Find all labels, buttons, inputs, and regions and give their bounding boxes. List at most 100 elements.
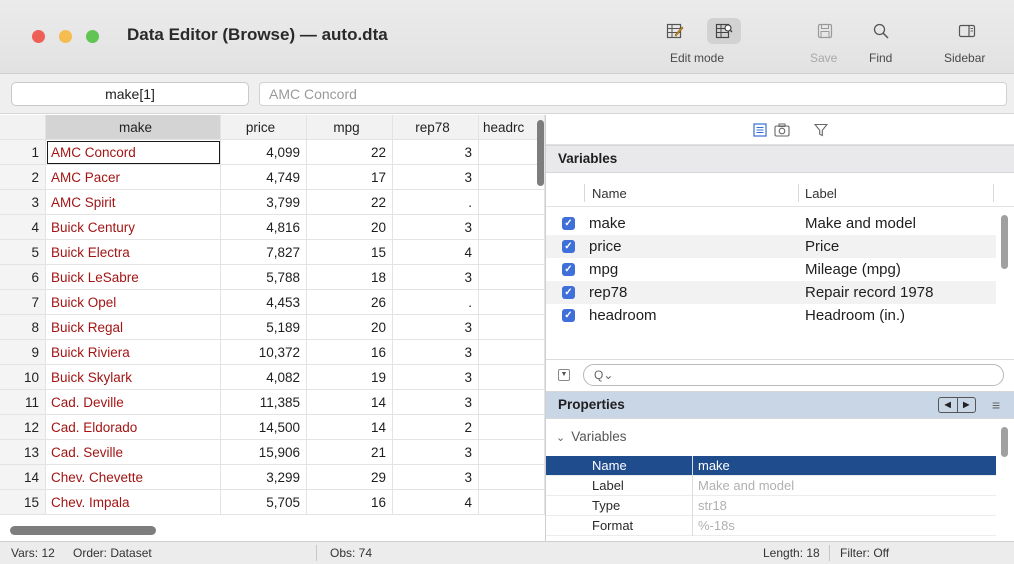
variable-row-price[interactable]: ✓ price Price [546,235,996,258]
grid-cell-rep78[interactable]: 4 [393,490,479,515]
row-number[interactable]: 4 [0,215,46,240]
grid-cell-mpg[interactable]: 18 [307,265,393,290]
grid-cell-headroom[interactable] [479,315,545,340]
filter-toggle-icon[interactable]: ▼ [558,369,570,381]
grid-vertical-scrollbar[interactable] [537,120,544,186]
grid-cell-mpg[interactable]: 20 [307,215,393,240]
grid-cell-rep78[interactable]: 3 [393,340,479,365]
grid-cell-headroom[interactable] [479,340,545,365]
grid-cell-mpg[interactable]: 20 [307,315,393,340]
grid-cell-headroom[interactable] [479,465,545,490]
grid-cell-price[interactable]: 5,705 [221,490,307,515]
grid-cell-rep78[interactable]: 4 [393,240,479,265]
grid-corner[interactable] [0,115,46,140]
grid-cell-mpg[interactable]: 15 [307,240,393,265]
grid-cell-headroom[interactable] [479,390,545,415]
edit-mode-browse-button[interactable] [707,18,741,44]
row-number[interactable]: 14 [0,465,46,490]
row-number[interactable]: 15 [0,490,46,515]
grid-cell-rep78[interactable]: 3 [393,390,479,415]
column-header-make[interactable]: make [46,115,221,140]
grid-cell-price[interactable]: 5,788 [221,265,307,290]
grid-cell-mpg[interactable]: 16 [307,490,393,515]
grid-cell-price[interactable]: 10,372 [221,340,307,365]
variable-row-make[interactable]: ✓ make Make and model [546,212,996,235]
grid-cell-price[interactable]: 3,299 [221,465,307,490]
grid-cell-rep78[interactable]: . [393,290,479,315]
grid-cell-price[interactable]: 4,082 [221,365,307,390]
grid-cell-price[interactable]: 7,827 [221,240,307,265]
variable-row-mpg[interactable]: ✓ mpg Mileage (mpg) [546,258,996,281]
cell-value-field[interactable]: AMC Concord [259,82,1007,106]
property-row-format[interactable]: Format %-18s [546,516,996,536]
grid-cell-mpg[interactable]: 14 [307,415,393,440]
grid-cell-rep78[interactable]: 3 [393,440,479,465]
grid-cell-headroom[interactable] [479,415,545,440]
property-row-label[interactable]: Label Make and model [546,476,996,496]
grid-cell-rep78[interactable]: . [393,190,479,215]
grid-cell-price[interactable]: 4,816 [221,215,307,240]
grid-cell-price[interactable]: 5,189 [221,315,307,340]
snapshots-button[interactable] [772,120,792,140]
property-row-type[interactable]: Type str18 [546,496,996,516]
row-number[interactable]: 5 [0,240,46,265]
grid-cell-headroom[interactable] [479,190,545,215]
save-button[interactable] [808,18,842,44]
grid-cell-price[interactable]: 4,099 [221,140,307,165]
row-number[interactable]: 6 [0,265,46,290]
grid-horizontal-scrollbar[interactable] [10,526,156,535]
variables-label-column[interactable]: Label [805,186,837,201]
sidebar-button[interactable] [950,18,984,44]
variable-row-headroom[interactable]: ✓ headroom Headroom (in.) [546,304,996,327]
row-number[interactable]: 2 [0,165,46,190]
edit-mode-edit-button[interactable] [658,18,692,44]
grid-cell-rep78[interactable]: 2 [393,415,479,440]
grid-cell-mpg[interactable]: 26 [307,290,393,315]
grid-cell-price[interactable]: 4,453 [221,290,307,315]
grid-cell-make[interactable]: Buick Electra [46,240,221,265]
row-number[interactable]: 3 [0,190,46,215]
variables-filter-input[interactable]: Q⌄ [583,364,1004,386]
grid-cell-rep78[interactable]: 3 [393,165,479,190]
properties-section-header[interactable]: Properties ◀ ▶ ≡ [546,391,1014,419]
grid-cell-rep78[interactable]: 3 [393,215,479,240]
grid-cell-mpg[interactable]: 17 [307,165,393,190]
grid-cell-headroom[interactable] [479,240,545,265]
grid-cell-headroom[interactable] [479,265,545,290]
grid-cell-price[interactable]: 14,500 [221,415,307,440]
row-number[interactable]: 7 [0,290,46,315]
variable-visible-checkbox[interactable]: ✓ [562,309,575,322]
row-number[interactable]: 10 [0,365,46,390]
grid-cell-make[interactable]: Chev. Chevette [46,465,221,490]
row-number[interactable]: 9 [0,340,46,365]
properties-group-variables[interactable]: ⌄ Variables [546,422,996,452]
grid-cell-headroom[interactable] [479,290,545,315]
variable-row-rep78[interactable]: ✓ rep78 Repair record 1978 [546,281,996,304]
hamburger-menu-icon[interactable]: ≡ [992,392,1000,418]
grid-cell-price[interactable]: 11,385 [221,390,307,415]
row-number[interactable]: 1 [0,140,46,165]
column-header-mpg[interactable]: mpg [307,115,393,140]
properties-pager[interactable]: ◀ ▶ [938,397,976,413]
grid-cell-make[interactable]: Cad. Seville [46,440,221,465]
grid-cell-headroom[interactable] [479,490,545,515]
filter-button[interactable] [811,120,831,140]
variables-view-button[interactable] [750,120,770,140]
grid-cell-price[interactable]: 3,799 [221,190,307,215]
grid-cell-mpg[interactable]: 22 [307,140,393,165]
grid-cell-rep78[interactable]: 3 [393,140,479,165]
grid-cell-rep78[interactable]: 3 [393,315,479,340]
property-row-name[interactable]: Name make [546,456,996,476]
grid-cell-headroom[interactable] [479,140,545,165]
grid-cell-headroom[interactable] [479,165,545,190]
grid-cell-mpg[interactable]: 29 [307,465,393,490]
grid-cell-price[interactable]: 15,906 [221,440,307,465]
grid-cell-rep78[interactable]: 3 [393,465,479,490]
grid-cell-make[interactable]: Buick Riviera [46,340,221,365]
row-number[interactable]: 13 [0,440,46,465]
properties-scrollbar[interactable] [1001,427,1008,457]
minimize-window-button[interactable] [59,30,72,43]
variable-visible-checkbox[interactable]: ✓ [562,263,575,276]
variables-name-column[interactable]: Name [592,186,627,201]
grid-cell-headroom[interactable] [479,440,545,465]
